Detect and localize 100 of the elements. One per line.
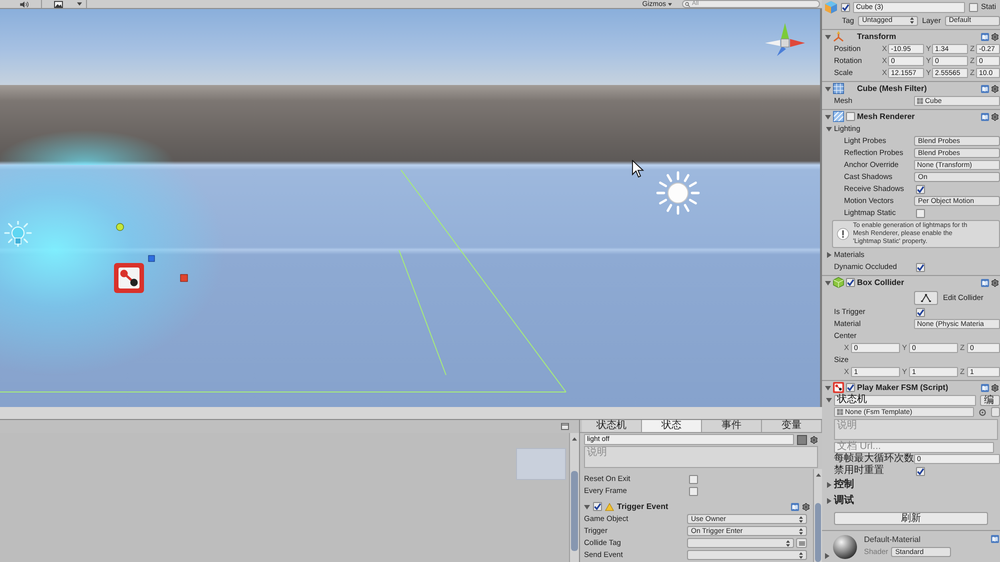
small-button[interactable] [991, 407, 1000, 417]
caret-down-icon[interactable] [825, 280, 831, 286]
component-title: Transform [857, 32, 896, 40]
edit-collider-button[interactable] [914, 290, 938, 304]
caret-right-icon[interactable] [824, 553, 830, 559]
scroll-up-arrow-icon[interactable] [572, 437, 577, 441]
checkmark-icon [594, 503, 601, 510]
updown-arrows-icon [910, 17, 914, 24]
text-field[interactable]: 状态机 [834, 394, 976, 406]
tab[interactable]: 变量 [762, 420, 822, 432]
book-icon[interactable] [981, 384, 989, 392]
updown-arrows-icon [786, 540, 790, 546]
caret-right-icon[interactable] [826, 482, 832, 488]
caret-right-icon[interactable] [826, 252, 832, 258]
caret-right-icon[interactable] [826, 498, 832, 504]
settings-icon[interactable] [802, 502, 810, 510]
scrollbar-thumb[interactable] [815, 503, 821, 562]
dropdown[interactable] [687, 550, 807, 560]
speaker-icon[interactable] [20, 0, 29, 8]
scrollbar-thumb[interactable] [571, 471, 578, 551]
tab[interactable]: 事件 [702, 420, 762, 432]
window-icon[interactable] [561, 423, 569, 430]
list-button[interactable] [796, 538, 807, 548]
settings-icon[interactable] [991, 84, 999, 92]
search-icon [685, 2, 690, 6]
checkbox[interactable] [846, 278, 855, 287]
handle-dot-icon[interactable] [116, 223, 124, 231]
checkmark-icon [917, 186, 924, 192]
settings-icon[interactable] [810, 436, 818, 444]
checkbox[interactable] [689, 486, 698, 496]
checkbox[interactable] [916, 208, 925, 218]
caret-down-icon[interactable] [826, 126, 832, 132]
settings-icon[interactable] [991, 32, 999, 40]
triangle-icon [605, 502, 614, 510]
component-title: Mesh Renderer [857, 112, 915, 120]
checkmark-icon [917, 308, 924, 316]
caret-down-icon[interactable] [825, 86, 831, 92]
caret-down-icon[interactable] [825, 384, 831, 390]
field-label: 控制 [834, 480, 854, 490]
minimap-thumbnail [516, 448, 566, 480]
settings-icon[interactable] [991, 278, 999, 286]
edit-button[interactable]: 编 [980, 394, 1000, 406]
book-icon[interactable] [991, 535, 999, 543]
checkmark-icon [917, 468, 924, 474]
transform-axes-icon [833, 31, 844, 42]
material-name: Default-Material [864, 536, 922, 544]
field-label: 禁用时重置 [834, 466, 885, 476]
book-icon[interactable] [981, 32, 989, 40]
mouse-cursor-icon [632, 160, 644, 178]
checkmark-icon [847, 384, 854, 391]
node-graph-icon [833, 382, 844, 393]
caret-down-icon[interactable] [826, 397, 832, 403]
updown-arrows-icon [799, 528, 803, 534]
component-title: Cube (Mesh Filter) [857, 84, 927, 92]
lightbulb-icon [4, 221, 32, 249]
tab[interactable]: 状态 [642, 420, 702, 432]
settings-icon[interactable] [991, 384, 999, 392]
component-title: Box Collider [857, 278, 904, 286]
action-title: Trigger Event [617, 502, 668, 510]
object-picker-icon[interactable] [979, 408, 986, 416]
dropdown[interactable] [687, 538, 794, 548]
component-title: Play Maker FSM (Script) [857, 384, 948, 392]
updown-arrows-icon [799, 516, 803, 522]
grid-icon [917, 98, 923, 104]
checkmark-icon [847, 279, 854, 286]
info-icon [837, 228, 849, 240]
checkbox[interactable] [846, 112, 855, 121]
caret-down-icon[interactable] [584, 504, 590, 510]
caret-down-icon[interactable] [825, 114, 831, 120]
scroll-up-arrow-icon[interactable] [816, 473, 820, 477]
node-graph-icon[interactable] [114, 263, 144, 293]
mesh-renderer-icon [833, 111, 844, 122]
book-icon[interactable] [981, 84, 989, 92]
checkbox[interactable] [916, 262, 925, 272]
image-icon[interactable] [54, 0, 63, 8]
scrollbar[interactable] [569, 433, 579, 562]
book-icon[interactable] [981, 112, 989, 120]
checkbox[interactable] [916, 308, 925, 316]
scrollbar[interactable] [813, 469, 822, 562]
caret-down-icon[interactable] [77, 2, 82, 6]
refresh-button[interactable]: 刷新 [834, 512, 988, 525]
cube-icon [824, 0, 838, 14]
material-sphere-icon [833, 534, 857, 558]
checkbox[interactable] [916, 466, 925, 476]
checkbox[interactable] [916, 184, 925, 194]
checkbox[interactable] [593, 502, 602, 511]
tab[interactable]: 状态机 [582, 420, 642, 432]
color-swatch-icon[interactable] [797, 434, 807, 444]
checkbox[interactable] [846, 383, 855, 392]
book-icon[interactable] [791, 502, 799, 510]
checkbox[interactable] [969, 2, 978, 12]
settings-icon[interactable] [991, 112, 999, 120]
caret-down-icon[interactable] [825, 34, 831, 40]
grid-icon [837, 409, 843, 415]
list-icon [798, 540, 804, 546]
caret-down-icon [668, 2, 672, 6]
collider-edit-icon [921, 294, 931, 302]
book-icon[interactable] [981, 278, 989, 286]
checkbox[interactable] [689, 474, 698, 484]
checkbox[interactable] [841, 2, 850, 12]
